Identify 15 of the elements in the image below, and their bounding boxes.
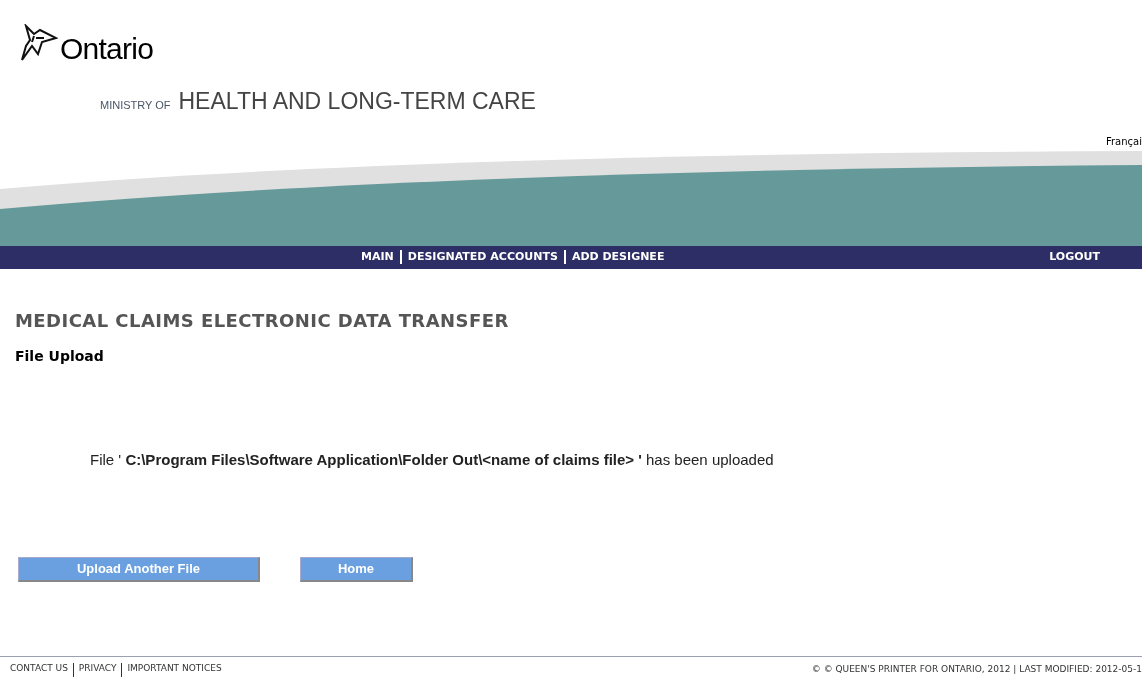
nav-link[interactable]: MAIN xyxy=(355,250,400,264)
copyright-text: © © QUEEN'S PRINTER FOR ONTARIO, 2012 | LAST MODIFIED: 2012-05-1 xyxy=(811,663,1142,676)
ministry-prefix: MINISTRY OF xyxy=(100,98,171,113)
logout-link[interactable]: LOGOUT xyxy=(1049,248,1100,266)
language-link[interactable]: Françai xyxy=(1106,133,1142,149)
ontario-logo-text: Ontario xyxy=(60,34,154,64)
page-heading: MEDICAL CLAIMS ELECTRONIC DATA TRANSFER xyxy=(15,308,510,333)
nav-link[interactable]: ADD DESIGNEE xyxy=(563,250,671,264)
upload-message: File ' C:\Program Files\Software Application\Folder Out\<name of claims file> ' has been uploaded xyxy=(90,449,775,470)
nav-link[interactable]: DESIGNATED ACCOUNTS xyxy=(399,250,564,264)
footer-link[interactable]: IMPORTANT NOTICES xyxy=(121,663,227,677)
footer-link[interactable]: PRIVACY xyxy=(72,663,122,677)
section-heading: File Upload xyxy=(15,346,105,366)
ministry-name: HEALTH AND LONG-TERM CARE xyxy=(178,87,536,116)
footer-link[interactable]: CONTACT US xyxy=(10,663,73,677)
